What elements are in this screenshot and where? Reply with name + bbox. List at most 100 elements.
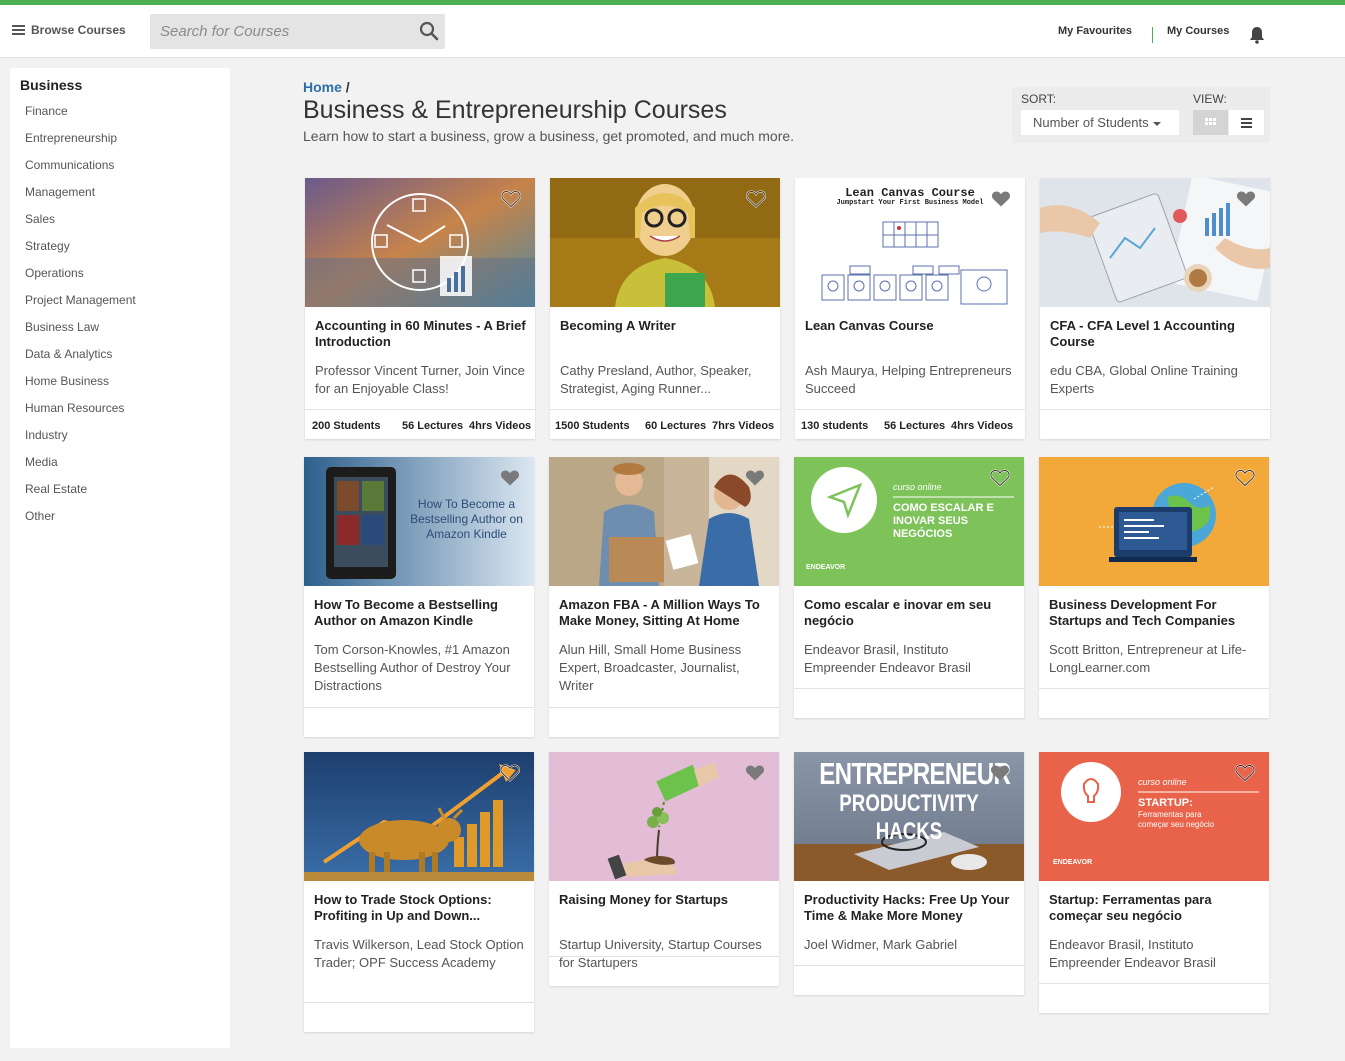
heart-icon[interactable] [501,190,521,208]
sidebar-item-media[interactable]: Media [25,455,136,482]
heart-icon[interactable] [990,764,1010,782]
heart-icon[interactable] [500,764,520,782]
category-sidebar: Business Finance Entrepreneurship Commun… [10,68,230,1048]
course-thumbnail[interactable] [1039,457,1269,586]
thumb-tag: curso online [893,482,942,492]
sidebar-item-operations[interactable]: Operations [25,266,136,293]
heart-icon[interactable] [745,469,765,487]
course-author: Joel Widmer, Mark Gabriel [804,937,958,952]
course-title[interactable]: Raising Money for Startups [559,892,771,908]
sidebar-item-other[interactable]: Other [25,509,136,536]
course-thumbnail[interactable] [549,752,779,881]
search-icon[interactable] [419,21,439,41]
course-thumbnail[interactable]: curso online STARTUP: Ferramentas para c… [1039,752,1269,881]
course-stats [549,707,779,737]
course-students: 200 Students [312,420,381,432]
heart-icon[interactable] [991,190,1011,208]
heart-icon[interactable] [745,764,765,782]
sidebar-item-data-analytics[interactable]: Data & Analytics [25,347,136,374]
course-card[interactable]: Amazon FBA - A Million Ways To Make Mone… [549,457,779,737]
thumb-line-2: PRODUCTIVITY HACKS [839,790,979,845]
course-title[interactable]: How To Become a Bestselling Author on Am… [314,597,526,629]
sidebar-item-entrepreneurship[interactable]: Entrepreneurship [25,131,136,158]
course-author: Travis Wilkerson, Lead Stock Option Trad… [314,937,524,970]
breadcrumb-separator: / [345,79,350,95]
sidebar-item-industry[interactable]: Industry [25,428,136,455]
sidebar-item-communications[interactable]: Communications [25,158,136,185]
sort-dropdown[interactable]: Number of Students [1021,110,1179,135]
course-card[interactable]: Becoming A Writer Cathy Presland, Author… [550,178,780,439]
course-thumbnail[interactable] [550,178,780,307]
breadcrumb: Home / [303,79,350,95]
course-thumbnail[interactable]: How To Become a Bestselling Author on Am… [304,457,534,586]
course-author: Cathy Presland, Author, Speaker, Strateg… [560,363,752,396]
my-favourites-link[interactable]: My Favourites [1058,25,1132,37]
course-title[interactable]: Productivity Hacks: Free Up Your Time & … [804,892,1016,924]
course-stats: 200 Students 56 Lectures 4hrs Videos [305,409,535,439]
course-title[interactable]: Startup: Ferramentas para começar seu ne… [1049,892,1261,924]
sidebar-item-home-business[interactable]: Home Business [25,374,136,401]
sidebar-heading[interactable]: Business [20,77,82,93]
breadcrumb-home-link[interactable]: Home [303,79,342,95]
sort-view-panel: SORT: VIEW: Number of Students [1012,87,1270,143]
course-card[interactable]: Raising Money for Startups Startup Unive… [549,752,779,986]
bell-icon[interactable] [1249,26,1265,44]
heart-icon[interactable] [1236,190,1256,208]
sidebar-item-human-resources[interactable]: Human Resources [25,401,136,428]
course-card[interactable]: Business Development For Startups and Te… [1039,457,1269,718]
course-card[interactable]: Accounting in 60 Minutes - A Brief Intro… [305,178,535,439]
course-title[interactable]: How to Trade Stock Options: Profiting in… [314,892,526,924]
course-card[interactable]: CFA - CFA Level 1 Accounting Course edu … [1040,178,1270,439]
course-card[interactable]: How to Trade Stock Options: Profiting in… [304,752,534,1032]
caret-down-icon [1152,121,1161,126]
heart-icon[interactable] [500,469,520,487]
course-card[interactable]: How To Become a Bestselling Author on Am… [304,457,534,737]
course-card[interactable]: curso online STARTUP: Ferramentas para c… [1039,752,1269,1013]
course-stats: 1500 Students 60 Lectures 7hrs Videos [550,409,780,439]
course-title[interactable]: Como escalar e inovar em seu negócio [804,597,1016,629]
sidebar-item-project-management[interactable]: Project Management [25,293,136,320]
browse-courses-button[interactable]: Browse Courses [12,23,126,37]
course-thumbnail[interactable]: Lean Canvas Course Jumpstart Your First … [795,178,1025,307]
grid-view-button[interactable] [1193,110,1228,135]
course-stats [794,965,1024,995]
course-title[interactable]: Amazon FBA - A Million Ways To Make Mone… [559,597,771,629]
course-card[interactable]: Lean Canvas Course Jumpstart Your First … [795,178,1025,439]
course-thumbnail[interactable] [304,752,534,881]
course-author: Scott Britton, Entrepreneur at Life-Long… [1049,642,1247,675]
course-card[interactable]: ENTREPRENEUR PRODUCTIVITY HACKS Producti… [794,752,1024,995]
search-input[interactable] [150,14,410,49]
course-thumbnail[interactable] [305,178,535,307]
course-stats [1039,983,1269,1013]
course-title[interactable]: Accounting in 60 Minutes - A Brief Intro… [315,318,527,350]
sidebar-item-strategy[interactable]: Strategy [25,239,136,266]
course-thumbnail[interactable]: curso online COMO ESCALAR E INOVAR SEUS … [794,457,1024,586]
course-author: edu CBA, Global Online Training Experts [1050,363,1238,396]
course-title[interactable]: CFA - CFA Level 1 Accounting Course [1050,318,1262,350]
course-author: Tom Corson-Knowles, #1 Amazon Bestsellin… [314,642,511,693]
course-author: Endeavor Brasil, Instituto Empreender En… [804,642,971,675]
heart-icon[interactable] [1235,469,1255,487]
course-title[interactable]: Becoming A Writer [560,318,772,334]
course-thumbnail[interactable] [549,457,779,586]
course-stats [1040,409,1270,439]
category-list: Finance Entrepreneurship Communications … [25,104,136,536]
course-title[interactable]: Lean Canvas Course [805,318,1017,334]
sort-value: Number of Students [1033,115,1149,130]
sidebar-item-real-estate[interactable]: Real Estate [25,482,136,509]
sidebar-item-finance[interactable]: Finance [25,104,136,131]
sidebar-item-business-law[interactable]: Business Law [25,320,136,347]
course-thumbnail[interactable]: ENTREPRENEUR PRODUCTIVITY HACKS [794,752,1024,881]
top-bar: Browse Courses My Favourites My Courses [0,0,1345,58]
course-title[interactable]: Business Development For Startups and Te… [1049,597,1261,629]
my-courses-link[interactable]: My Courses [1167,25,1229,37]
heart-icon[interactable] [746,190,766,208]
course-card[interactable]: curso online COMO ESCALAR E INOVAR SEUS … [794,457,1024,718]
sidebar-item-sales[interactable]: Sales [25,212,136,239]
thumb-brand: ENDEAVOR [1053,859,1093,866]
course-thumbnail[interactable] [1040,178,1270,307]
sidebar-item-management[interactable]: Management [25,185,136,212]
heart-icon[interactable] [1235,764,1255,782]
list-view-button[interactable] [1229,110,1264,135]
heart-icon[interactable] [990,469,1010,487]
